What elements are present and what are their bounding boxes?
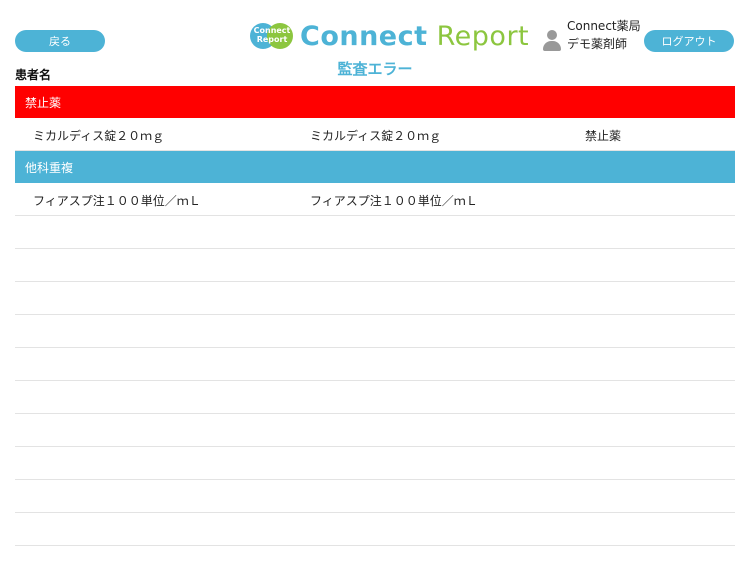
table-row-empty [15,315,735,348]
logo-badge-line1: Connect [253,26,291,35]
table-row-empty [15,282,735,315]
section-header-duplicate: 他科重複 [15,151,735,183]
drug-name-cell: フィアスプ注１００単位／ｍＬ [33,194,201,208]
table-row-empty [15,348,735,381]
back-button[interactable]: 戻る [15,30,105,52]
logo-badge-icon: Connect Report [250,22,294,50]
user-icon [543,30,561,52]
logout-button[interactable]: ログアウト [644,30,734,52]
connect-report-logo: Connect Report Connect Report [250,20,529,52]
table-row-empty [15,249,735,282]
section-header-prohibited: 禁止薬 [15,86,735,118]
user-info: Connect薬局 デモ薬剤師 [567,17,641,53]
page-title: 監査エラー [337,60,413,78]
drug-name-cell: ミカルディス錠２０ｍｇ [310,129,442,143]
logo-wordmark: Connect Report [300,21,529,52]
table-row-empty [15,513,735,546]
table-row-empty [15,414,735,447]
table-row-empty [15,447,735,480]
logo-badge-line2: Report [256,35,288,44]
table-row-empty [15,216,735,249]
drug-name-cell: ミカルディス錠２０ｍｇ [33,129,165,143]
pharmacist-name: デモ薬剤師 [567,37,628,51]
table-row[interactable]: フィアスプ注１００単位／ｍＬ フィアスプ注１００単位／ｍＬ [15,183,735,216]
error-type-cell: 禁止薬 [585,129,622,143]
patient-name-label: 患者名 [15,68,52,82]
logo-word-report: Report [436,20,530,52]
pharmacy-name: Connect薬局 [567,19,641,33]
table-row-empty [15,381,735,414]
logo-word-connect: Connect [300,20,428,52]
drug-name-cell: フィアスプ注１００単位／ｍＬ [310,194,478,208]
table-row[interactable]: ミカルディス錠２０ｍｇ ミカルディス錠２０ｍｇ 禁止薬 [15,118,735,151]
table-row-empty [15,480,735,513]
